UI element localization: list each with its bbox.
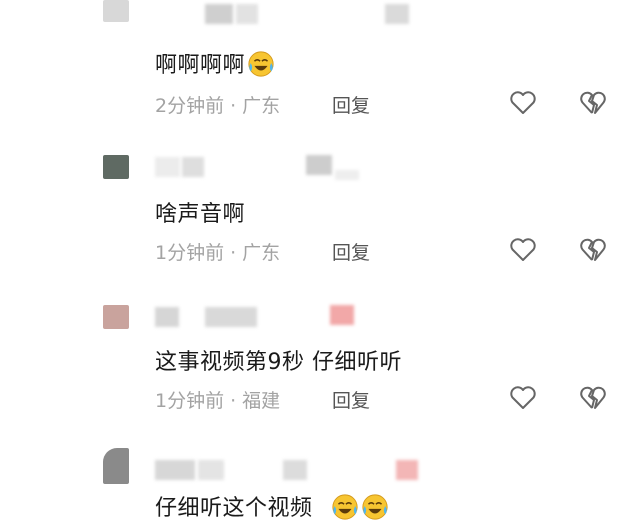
reply-button[interactable]: 回复 <box>332 238 370 265</box>
comment-text: 仔细听这个视频 <box>155 490 389 522</box>
username-blurred <box>330 305 354 325</box>
comment-meta: 1分钟前 · 福建 <box>155 386 280 413</box>
username-blurred <box>198 460 224 480</box>
heart-icon[interactable] <box>508 87 538 117</box>
reply-button[interactable]: 回复 <box>332 386 370 413</box>
username-blurred <box>182 157 204 177</box>
comment-text-content: 啊啊啊啊 <box>155 53 246 78</box>
comment-meta: 1分钟前 · 广东 <box>155 238 280 265</box>
laughing-crying-emoji-icon <box>361 494 388 520</box>
meta-separator: · <box>230 242 237 264</box>
meta-separator: · <box>230 390 237 412</box>
comment-time: 1分钟前 <box>155 242 225 264</box>
comment-location: 广东 <box>242 95 281 117</box>
username-blurred <box>283 460 307 480</box>
avatar[interactable] <box>103 448 129 484</box>
broken-heart-icon[interactable] <box>578 234 608 264</box>
comment-text: 啊啊啊啊 <box>155 47 275 79</box>
meta-separator: · <box>230 95 237 117</box>
comment-time: 1分钟前 <box>155 390 225 412</box>
avatar[interactable] <box>103 0 129 22</box>
username-blurred[interactable] <box>155 460 195 480</box>
username-blurred <box>396 460 418 480</box>
comment-text: 啥声音啊 <box>155 196 245 228</box>
heart-icon[interactable] <box>508 382 538 412</box>
comment-location: 福建 <box>242 390 281 412</box>
avatar[interactable] <box>103 155 129 179</box>
username-blurred <box>306 155 332 175</box>
username-blurred[interactable] <box>155 307 179 327</box>
username-blurred <box>335 170 359 180</box>
comment-text-content: 这事视频第9秒 仔细听听 <box>155 350 402 375</box>
comment-text-content: 仔细听这个视频 <box>155 496 313 521</box>
reply-button[interactable]: 回复 <box>332 91 370 118</box>
username-blurred <box>385 4 409 24</box>
laughing-crying-emoji-icon <box>248 51 274 77</box>
username-blurred[interactable] <box>205 4 233 24</box>
username-blurred[interactable] <box>155 157 180 177</box>
comment-text: 这事视频第9秒 仔细听听 <box>155 344 402 376</box>
comment-time: 2分钟前 <box>155 95 225 117</box>
broken-heart-icon[interactable] <box>578 87 608 117</box>
broken-heart-icon[interactable] <box>578 382 608 412</box>
laughing-crying-emoji-icon <box>331 494 358 520</box>
heart-icon[interactable] <box>508 234 538 264</box>
avatar[interactable] <box>103 305 129 329</box>
username-blurred <box>236 4 258 24</box>
username-blurred <box>205 307 257 327</box>
comment-location: 广东 <box>242 242 281 264</box>
comment-text-content: 啥声音啊 <box>155 202 246 227</box>
comment-meta: 2分钟前 · 广东 <box>155 91 280 118</box>
